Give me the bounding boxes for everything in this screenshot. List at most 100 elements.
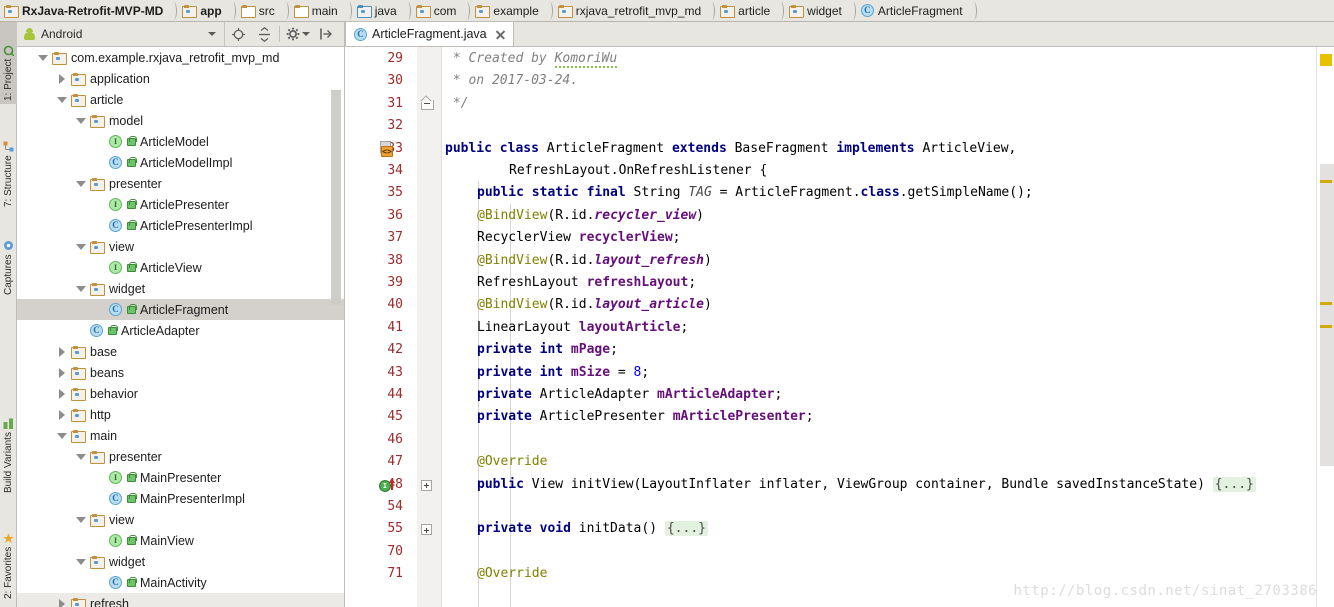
tree-node-model[interactable]: model bbox=[17, 110, 345, 131]
tree-node-com-example-rxjava-retrofit-mvp-md[interactable]: com.example.rxjava_retrofit_mvp_md bbox=[17, 47, 345, 68]
editor-line[interactable]: 71 @Override bbox=[345, 563, 1334, 585]
editor-line[interactable]: 30 * on 2017-03-24. bbox=[345, 70, 1334, 92]
editor-line[interactable]: 41 LinearLayout layoutArticle; bbox=[345, 317, 1334, 339]
editor-line[interactable]: 38 @BindView(R.id.layout_refresh) bbox=[345, 250, 1334, 272]
tree-toggle-open-icon[interactable] bbox=[74, 114, 87, 127]
tool-window-tab-captures[interactable]: Captures bbox=[0, 222, 17, 298]
tree-node-articleadapter[interactable]: C ArticleAdapter bbox=[17, 320, 345, 341]
editor-line[interactable]: 46 bbox=[345, 429, 1334, 451]
project-tree-scrollbar[interactable] bbox=[331, 90, 341, 305]
warning-stripe-tick[interactable] bbox=[1320, 180, 1332, 183]
locate-in-tree-button[interactable] bbox=[225, 22, 251, 46]
editor-line[interactable]: 35 public static final String TAG = Artic… bbox=[345, 182, 1334, 204]
tree-node-base[interactable]: base bbox=[17, 341, 345, 362]
editor-line[interactable]: 55 private void initData() {...} bbox=[345, 518, 1334, 540]
tree-node-mainview[interactable]: I MainView bbox=[17, 530, 345, 551]
tree-node-beans[interactable]: beans bbox=[17, 362, 345, 383]
editor-line[interactable]: 37 RecyclerView recyclerView; bbox=[345, 227, 1334, 249]
tree-toggle-closed-icon[interactable] bbox=[55, 345, 68, 358]
tool-window-tab-1-project[interactable]: 1: Project bbox=[0, 22, 17, 104]
collapse-all-button[interactable] bbox=[251, 22, 277, 46]
tree-node-widget[interactable]: widget bbox=[17, 551, 345, 572]
tree-node-articlefragment[interactable]: C ArticleFragment bbox=[17, 299, 345, 320]
chevron-down-icon[interactable] bbox=[208, 32, 216, 36]
fold-collapse-end-icon[interactable] bbox=[421, 97, 434, 111]
tree-toggle-open-icon[interactable] bbox=[74, 177, 87, 190]
tree-toggle-open-icon[interactable] bbox=[55, 93, 68, 106]
tree-node-mainpresenterimpl[interactable]: C MainPresenterImpl bbox=[17, 488, 345, 509]
tab-article-fragment-java[interactable]: C ArticleFragment.java bbox=[345, 21, 514, 46]
fold-expand-icon[interactable] bbox=[421, 479, 432, 491]
breadcrumb-item-com[interactable]: com bbox=[412, 0, 462, 22]
settings-button[interactable] bbox=[282, 22, 304, 46]
editor-line[interactable]: 44 private ArticleAdapter mArticleAdapter… bbox=[345, 384, 1334, 406]
breadcrumb-item-widget[interactable]: widget bbox=[785, 0, 847, 22]
editor-line[interactable]: 39 RefreshLayout refreshLayout; bbox=[345, 272, 1334, 294]
tree-node-view[interactable]: view bbox=[17, 509, 345, 530]
editor-line[interactable]: 43 private int mSize = 8; bbox=[345, 362, 1334, 384]
tree-node-main[interactable]: main bbox=[17, 425, 345, 446]
breadcrumb-item-rxjava-retrofit-mvp-md[interactable]: rxjava_retrofit_mvp_md bbox=[554, 0, 706, 22]
editor-line[interactable]: 54 bbox=[345, 496, 1334, 518]
editor-line[interactable]: 48 Ipublic View initView(LayoutInflater i… bbox=[345, 474, 1334, 496]
editor-line[interactable]: 36 @BindView(R.id.recycler_view) bbox=[345, 205, 1334, 227]
breadcrumb-item-java[interactable]: java bbox=[353, 0, 402, 22]
editor-line[interactable]: 31 */ bbox=[345, 93, 1334, 115]
tool-window-tab-7-structure[interactable]: 7: Structure bbox=[0, 118, 17, 210]
tree-toggle-open-icon[interactable] bbox=[36, 51, 49, 64]
tree-toggle-closed-icon[interactable] bbox=[55, 597, 68, 607]
project-tree[interactable]: com.example.rxjava_retrofit_mvp_md applic… bbox=[17, 47, 345, 607]
tree-node-behavior[interactable]: behavior bbox=[17, 383, 345, 404]
tree-toggle-open-icon[interactable] bbox=[74, 513, 87, 526]
editor-line[interactable]: 32 bbox=[345, 115, 1334, 137]
editor-line[interactable]: 29 * Created by KomoriWu bbox=[345, 48, 1334, 70]
tree-node-article[interactable]: article bbox=[17, 89, 345, 110]
error-stripe-indicator[interactable] bbox=[1320, 54, 1332, 66]
implementing-method-gutter-icon[interactable]: I bbox=[379, 477, 399, 494]
hide-panel-button[interactable] bbox=[314, 22, 338, 46]
editor-scrollbar-thumb[interactable] bbox=[1320, 164, 1334, 466]
editor-line[interactable]: 33 <> public class ArticleFragment extends… bbox=[345, 138, 1334, 160]
tree-node-articlepresenterimpl[interactable]: C ArticlePresenterImpl bbox=[17, 215, 345, 236]
breadcrumb-item-app[interactable]: app bbox=[178, 0, 226, 22]
breadcrumb-item-example[interactable]: example bbox=[471, 0, 543, 22]
tree-node-mainpresenter[interactable]: I MainPresenter bbox=[17, 467, 345, 488]
breadcrumb-item-main[interactable]: main bbox=[290, 0, 343, 22]
editor-line[interactable]: 34 RefreshLayout.OnRefreshListener { bbox=[345, 160, 1334, 182]
tree-toggle-open-icon[interactable] bbox=[55, 429, 68, 442]
class-gutter-marker-icon[interactable]: <> bbox=[379, 140, 396, 158]
tree-toggle-closed-icon[interactable] bbox=[55, 366, 68, 379]
breadcrumb-item-article[interactable]: article bbox=[716, 0, 775, 22]
breadcrumb-item-rxjava-retrofit-mvp-md[interactable]: RxJava-Retrofit-MVP-MD bbox=[0, 0, 168, 22]
tree-toggle-closed-icon[interactable] bbox=[55, 408, 68, 421]
warning-stripe-tick[interactable] bbox=[1320, 302, 1332, 305]
tool-window-tab-build-variants[interactable]: Build Variants bbox=[0, 390, 17, 496]
tree-node-articlemodelimpl[interactable]: C ArticleModelImpl bbox=[17, 152, 345, 173]
project-view-selector[interactable]: Android bbox=[17, 22, 225, 46]
tree-toggle-open-icon[interactable] bbox=[74, 555, 87, 568]
settings-chevron-down-icon[interactable] bbox=[302, 32, 310, 36]
tree-toggle-closed-icon[interactable] bbox=[55, 387, 68, 400]
tree-node-refresh[interactable]: refresh bbox=[17, 593, 345, 607]
editor-marker-gutter[interactable] bbox=[1316, 47, 1334, 607]
tree-node-http[interactable]: http bbox=[17, 404, 345, 425]
tree-toggle-open-icon[interactable] bbox=[74, 240, 87, 253]
tree-node-presenter[interactable]: presenter bbox=[17, 446, 345, 467]
tree-toggle-closed-icon[interactable] bbox=[55, 72, 68, 85]
editor-line[interactable]: 42 private int mPage; bbox=[345, 339, 1334, 361]
tree-node-presenter[interactable]: presenter bbox=[17, 173, 345, 194]
breadcrumb-item-articlefragment[interactable]: C ArticleFragment bbox=[857, 0, 968, 22]
tree-node-application[interactable]: application bbox=[17, 68, 345, 89]
breadcrumb-item-src[interactable]: src bbox=[237, 0, 280, 22]
tree-toggle-open-icon[interactable] bbox=[74, 282, 87, 295]
editor-line[interactable]: 70 bbox=[345, 541, 1334, 563]
tree-node-articlemodel[interactable]: I ArticleModel bbox=[17, 131, 345, 152]
tree-node-articleview[interactable]: I ArticleView bbox=[17, 257, 345, 278]
warning-stripe-tick[interactable] bbox=[1320, 325, 1332, 328]
close-icon[interactable] bbox=[495, 29, 506, 40]
tree-node-widget[interactable]: widget bbox=[17, 278, 345, 299]
tree-node-mainactivity[interactable]: C MainActivity bbox=[17, 572, 345, 593]
tool-window-tab-2-favorites[interactable]: 2: Favorites bbox=[0, 508, 17, 602]
code-editor[interactable]: 29 * Created by KomoriWu 30 * on 2017-03-… bbox=[345, 47, 1334, 607]
tree-node-view[interactable]: view bbox=[17, 236, 345, 257]
